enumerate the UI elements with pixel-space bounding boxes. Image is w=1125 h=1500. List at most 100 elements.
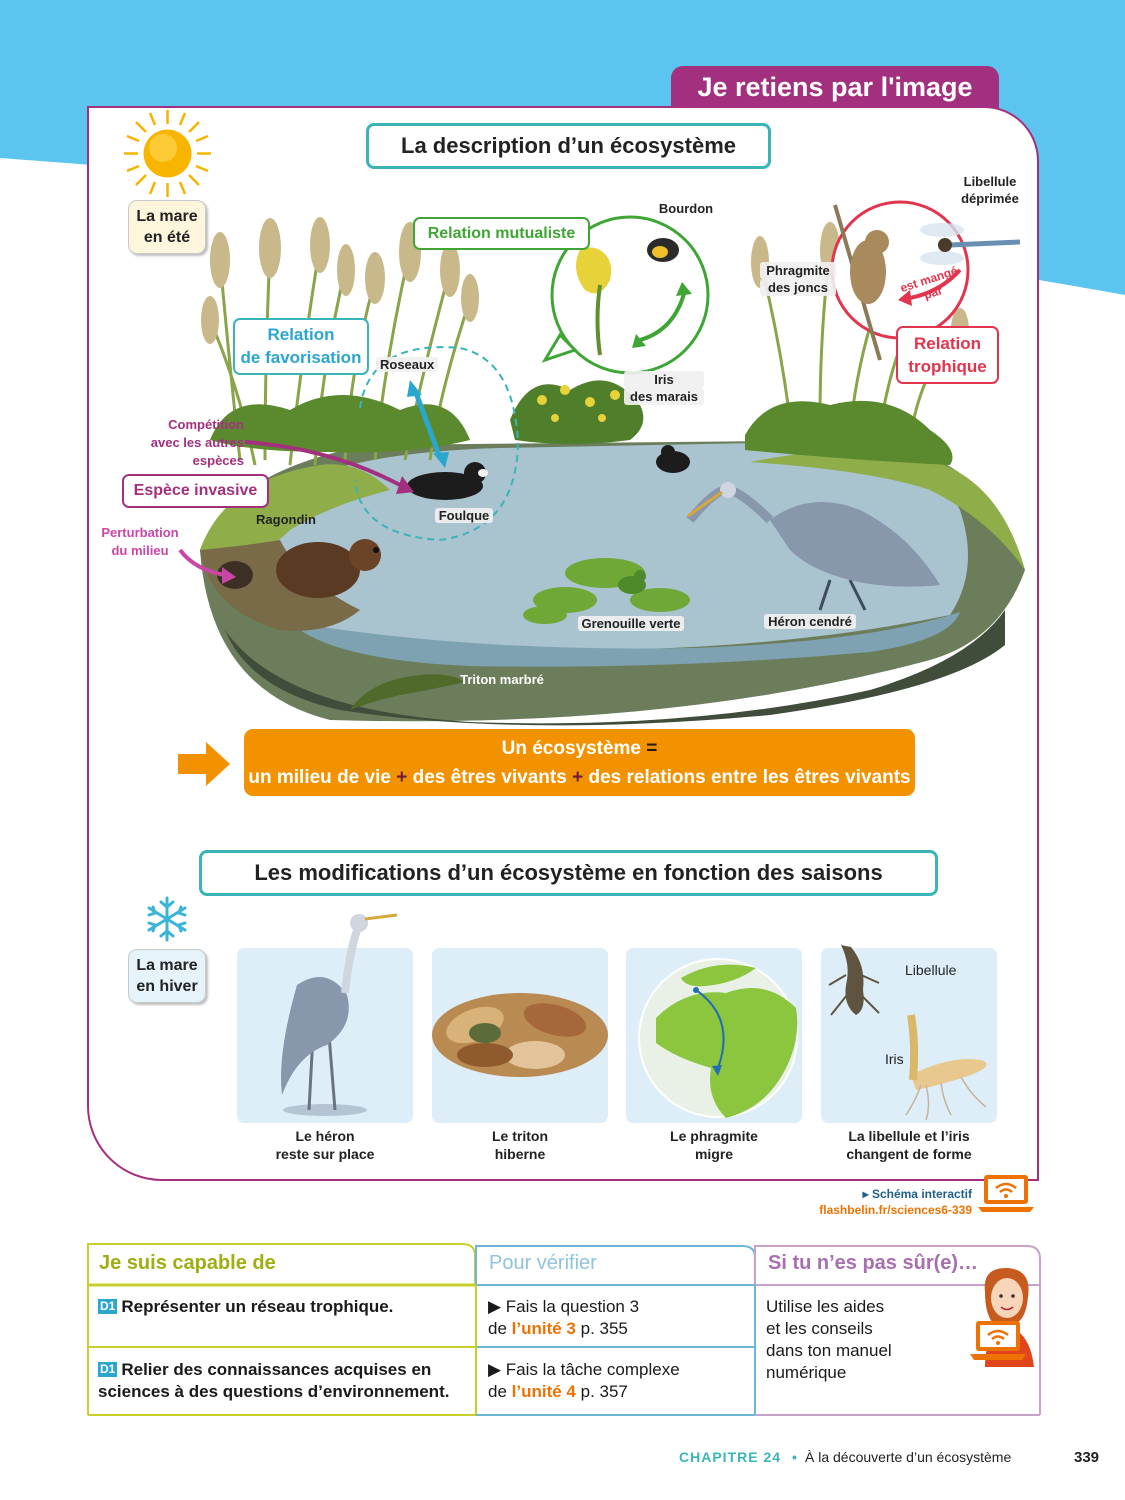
section-title-description: La description d’un écosystème — [366, 123, 771, 169]
definition-line1: Un écosystème = — [244, 734, 915, 763]
season-label-winter-line1: La mare — [136, 957, 198, 974]
skill-row2-line1: D1 Relier des connaissances acquises en — [98, 1359, 473, 1381]
card-label-iris: Iris — [885, 1051, 904, 1067]
interactive-label[interactable]: ▸ Schéma interactif — [800, 1186, 972, 1202]
interactive-diagram-link[interactable]: ▸ Schéma interactif flashbelin.fr/scienc… — [800, 1186, 972, 1218]
trophic-line2: trophique — [908, 357, 987, 376]
caption-phragmite: Le phragmite migre — [626, 1127, 802, 1163]
iris-line1: Iris — [624, 371, 704, 388]
skill-row1-text: Représenter un réseau trophique. — [121, 1297, 394, 1316]
caption-triton-line2: hiberne — [494, 1146, 546, 1162]
definition-part1: un milieu de vie — [248, 767, 391, 788]
footer-chapter-title: À la découverte d’un écosystème — [805, 1449, 1012, 1465]
skill-row1-badge: D1 — [98, 1299, 118, 1314]
skill-row2-badge: D1 — [98, 1362, 118, 1377]
competition-line1: Compétition — [168, 417, 244, 432]
phragmite-line2: des joncs — [760, 279, 836, 296]
caption-libellule-iris: La libellule et l’iris changent de forme — [821, 1127, 997, 1163]
help-line1: Utilise les aides — [766, 1297, 885, 1316]
skills-header-verify: Pour vérifier — [489, 1252, 597, 1274]
perturbation-label: Perturbation du milieu — [96, 524, 184, 560]
relation-trophic-label: Relation trophique — [896, 326, 999, 384]
arrow-right-icon — [178, 742, 230, 786]
favorisation-line1: Relation — [267, 325, 335, 344]
card-label-libellule: Libellule — [905, 962, 957, 978]
skill-row1: D1 Représenter un réseau trophique. — [98, 1296, 468, 1318]
season-label-winter-line2: en hiver — [136, 978, 198, 995]
help-text: Utilise les aides et les conseils dans t… — [766, 1296, 926, 1384]
check-row1-page: p. 355 — [580, 1319, 628, 1338]
definition-part2: des êtres vivants — [412, 767, 567, 788]
grenouille-text: Grenouille verte — [577, 616, 685, 631]
label-bourdon: Bourdon — [658, 201, 714, 216]
sun-icon — [124, 110, 211, 197]
check-row2-de: de — [488, 1382, 507, 1401]
competition-label: Compétition avec les autres espèces — [140, 416, 244, 470]
relation-mutualist-label: Relation mutualiste — [413, 217, 590, 250]
definition-term: Un écosystème — [501, 738, 641, 759]
label-heron: Héron cendré — [762, 613, 858, 630]
caption-libellule-line2: changent de forme — [846, 1146, 972, 1162]
skill-row2-line2: sciences à des questions d’environnement… — [98, 1382, 450, 1401]
footer-bullet: • — [792, 1449, 797, 1465]
footer-chapter: CHAPITRE 24 — [679, 1449, 782, 1465]
help-line2: et les conseils — [766, 1319, 873, 1338]
label-iris: Iris des marais — [624, 371, 704, 405]
caption-phragmite-line1: Le phragmite — [670, 1128, 758, 1144]
invasive-species-label: Espèce invasive — [122, 474, 269, 508]
help-line3: dans ton manuel — [766, 1341, 892, 1360]
snowflake-icon — [147, 896, 187, 942]
skill-row2: D1 Relier des connaissances acquises en s… — [98, 1359, 473, 1403]
laptop-wifi-icon-help — [970, 1321, 1026, 1360]
check-row1: ▶ Fais la question 3 de l’unité 3 p. 355 — [488, 1296, 753, 1340]
phragmite-line1: Phragmite — [760, 262, 836, 279]
competition-line2: avec les autres — [150, 435, 244, 450]
caption-triton-line1: Le triton — [492, 1128, 548, 1144]
check-row1-unit-link[interactable]: l’unité 3 — [512, 1319, 576, 1338]
perturbation-line1: Perturbation — [101, 525, 179, 540]
check-row2: ▶ Fais la tâche complexe de l’unité 4 p.… — [488, 1359, 753, 1403]
pond-illustration — [178, 200, 1025, 726]
check-row1-de: de — [488, 1319, 507, 1338]
definition-part3: des relations entre les êtres vivants — [588, 767, 911, 788]
caption-heron: Le héron reste sur place — [237, 1127, 413, 1163]
label-roseaux: Roseaux — [376, 356, 439, 373]
label-libellule-deprimee: Libellule déprimée — [950, 173, 1030, 207]
label-triton: Triton marbré — [460, 672, 544, 687]
laptop-wifi-icon[interactable] — [978, 1172, 1034, 1214]
page-number: 339 — [1074, 1449, 1100, 1466]
trophic-line1: Relation — [913, 334, 982, 353]
check-row1-prefix: Fais la question 3 — [505, 1297, 640, 1316]
iris-line2: des marais — [624, 388, 704, 405]
definition-equals: = — [646, 738, 658, 759]
skills-header-capable: Je suis capable de — [99, 1252, 276, 1274]
caption-libellule-line1: La libellule et l’iris — [848, 1128, 970, 1144]
competition-line3: espèces — [192, 453, 244, 468]
check-row2-line2: de l’unité 4 p. 357 — [488, 1381, 753, 1403]
check-row2-line1: ▶ Fais la tâche complexe — [488, 1360, 680, 1379]
label-grenouille: Grenouille verte — [574, 615, 688, 632]
larva-rhizome-illustration — [828, 945, 987, 1121]
definition-line2: un milieu de vie + des êtres vivants + d… — [244, 763, 915, 792]
caption-phragmite-line2: migre — [694, 1146, 734, 1162]
migration-globe-illustration — [638, 958, 798, 1118]
page-footer: CHAPITRE 24 • À la découverte d’un écosy… — [0, 1449, 1125, 1469]
caption-triton: Le triton hiberne — [432, 1127, 608, 1163]
check-row2-page: p. 357 — [580, 1382, 628, 1401]
check-row2-prefix: Fais la tâche complexe — [505, 1360, 680, 1379]
skill-row2-text1: Relier des connaissances acquises en — [121, 1360, 432, 1379]
interactive-url[interactable]: flashbelin.fr/sciences6-339 — [800, 1202, 972, 1218]
caption-heron-line1: Le héron — [295, 1128, 355, 1144]
label-foulque: Foulque — [432, 507, 496, 524]
help-line4: numérique — [766, 1363, 847, 1382]
favorisation-line2: de favorisation — [240, 348, 362, 367]
season-label-winter: La mare en hiver — [128, 949, 206, 1003]
check-row1-line2: de l’unité 3 p. 355 — [488, 1318, 753, 1340]
header-tab: Je retiens par l'image — [671, 66, 999, 108]
roseaux-text: Roseaux — [376, 357, 439, 372]
libellule-line2: déprimée — [961, 191, 1019, 206]
check-row2-unit-link[interactable]: l’unité 4 — [512, 1382, 576, 1401]
heron-text: Héron cendré — [764, 614, 856, 629]
triton-leaves-illustration — [432, 993, 608, 1077]
interactive-label-text[interactable]: Schéma interactif — [872, 1187, 972, 1201]
